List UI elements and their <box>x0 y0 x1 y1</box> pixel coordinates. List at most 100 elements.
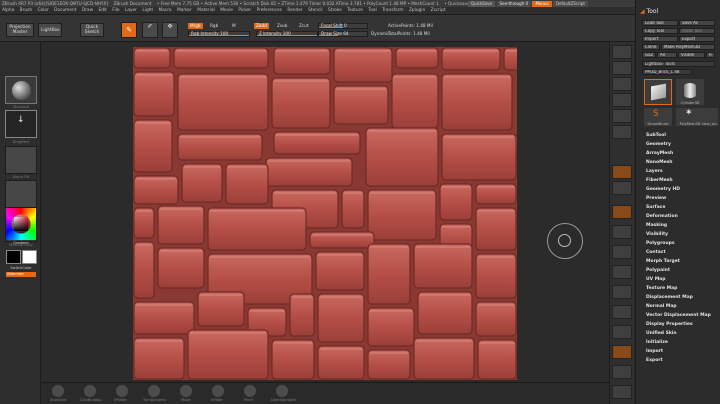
menu-picker[interactable]: Picker <box>236 7 253 14</box>
brush-slot-inflate[interactable] <box>212 385 224 397</box>
section-unified-skin[interactable]: Unified Skin <box>646 329 677 338</box>
focal-shift-slider[interactable]: Focal Shift 0 <box>318 23 368 29</box>
brush-slot-claybuildup[interactable] <box>84 385 96 397</box>
section-nanomesh[interactable]: NanoMesh <box>646 158 673 167</box>
copy-tool-button[interactable]: Copy Tool <box>642 28 678 34</box>
lightbox-button[interactable]: LightBox <box>38 23 62 37</box>
menu-alpha[interactable]: Alpha <box>0 7 16 14</box>
zcut-button[interactable]: Zcut <box>297 23 310 29</box>
floor-icon[interactable] <box>612 181 632 195</box>
main-color-swatch[interactable] <box>6 250 21 264</box>
section-surface[interactable]: Surface <box>646 203 665 212</box>
projection-master-button[interactable]: Projection Master <box>6 23 34 37</box>
brush-slot-damstandard[interactable] <box>276 385 288 397</box>
move-button[interactable]: ✥ <box>162 22 178 38</box>
brush-slot-hpolish[interactable] <box>116 385 128 397</box>
r-button[interactable]: R <box>706 52 715 58</box>
mrgb-button[interactable]: Mrgb <box>188 23 203 29</box>
draw-button[interactable]: ✐ <box>142 22 158 38</box>
brush-slot-trimdynamic[interactable] <box>148 385 160 397</box>
section-arraymesh[interactable]: ArrayMesh <box>646 149 673 158</box>
rotate-icon[interactable] <box>612 325 632 339</box>
menu-texture[interactable]: Texture <box>345 7 365 14</box>
rgb-intensity-slider[interactable]: Rgb Intensity 100 <box>188 31 250 37</box>
see-through-slider[interactable]: See-through 0 <box>496 0 532 7</box>
brush-slot-move[interactable] <box>180 385 192 397</box>
section-displacement-map[interactable]: Displacement Map <box>646 293 693 302</box>
zsub-button[interactable]: Zsub <box>275 23 289 29</box>
section-fibermesh[interactable]: FiberMesh <box>646 176 673 185</box>
paste-tool-button[interactable]: Paste Tool <box>679 28 715 34</box>
load-tool-button[interactable]: Load Tool <box>642 20 678 26</box>
texture-thumbnail[interactable] <box>5 180 37 208</box>
stroke-thumbnail[interactable]: ↓ <box>5 110 37 138</box>
export-button[interactable]: Export <box>679 36 715 42</box>
rotate-gizmo-inner[interactable] <box>558 234 571 247</box>
menu-edit[interactable]: Edit <box>97 7 109 14</box>
draw-size-slider[interactable]: Draw Size 64 <box>318 31 368 37</box>
section-layers[interactable]: Layers <box>646 167 663 176</box>
switch-color-button[interactable]: SwitchColor <box>5 266 37 270</box>
section-contact[interactable]: Contact <box>646 248 666 257</box>
make-polymesh-button[interactable]: Make PolyMesh3D <box>661 44 715 50</box>
move-view-icon[interactable] <box>612 285 632 299</box>
menu-tool[interactable]: Tool <box>366 7 378 14</box>
section-geometry[interactable]: Geometry <box>646 140 671 149</box>
section-vector-displacement-map[interactable]: Vector Displacement Map <box>646 311 711 320</box>
menu-file[interactable]: File <box>110 7 121 14</box>
brush-thumbnail[interactable] <box>5 76 37 104</box>
rotate-gizmo[interactable] <box>547 223 583 259</box>
section-subtool[interactable]: SubTool <box>646 131 666 140</box>
menu-draw[interactable]: Draw <box>80 7 95 14</box>
menu-movie[interactable]: Movie <box>218 7 235 14</box>
section-masking[interactable]: Masking <box>646 221 667 230</box>
brush-slot-standard[interactable] <box>52 385 64 397</box>
quick-sketch-button[interactable]: Quick Sketch <box>80 23 104 37</box>
m-button[interactable]: M <box>230 23 238 29</box>
transp-icon[interactable] <box>612 365 632 379</box>
menu-marker[interactable]: Marker <box>175 7 194 14</box>
gxyz-icon[interactable] <box>612 245 632 259</box>
menu-color[interactable]: Color <box>36 7 51 14</box>
zoom-icon[interactable] <box>612 93 632 107</box>
section-morph-target[interactable]: Morph Target <box>646 257 680 266</box>
menu-material[interactable]: Material <box>195 7 216 14</box>
save-as-button[interactable]: Save As <box>679 20 715 26</box>
tool-thumb-brick[interactable] <box>644 79 672 105</box>
section-preview[interactable]: Preview <box>646 194 666 203</box>
brush-slot-pinch[interactable] <box>244 385 256 397</box>
menu-preferences[interactable]: Preferences <box>255 7 284 14</box>
section-export[interactable]: Export <box>646 356 663 365</box>
menu-light[interactable]: Light <box>140 7 155 14</box>
alpha-thumbnail[interactable] <box>5 146 37 174</box>
menu-stencil[interactable]: Stencil <box>306 7 325 14</box>
polyf-icon[interactable] <box>612 345 632 359</box>
all-button[interactable]: All <box>657 52 677 58</box>
clone-button[interactable]: Clone <box>642 44 660 50</box>
section-deformation[interactable]: Deformation <box>646 212 678 221</box>
persp-icon[interactable] <box>612 165 632 179</box>
frame-icon[interactable] <box>612 265 632 279</box>
menu-layer[interactable]: Layer <box>123 7 139 14</box>
section-polypaint[interactable]: Polypaint <box>646 266 670 275</box>
color-square[interactable] <box>14 217 28 231</box>
menu-stroke[interactable]: Stroke <box>326 7 344 14</box>
lightbox-tools-button[interactable]: Lightbox› Tools <box>642 61 715 67</box>
section-geometry-hd[interactable]: Geometry HD <box>646 185 680 194</box>
visible-button[interactable]: Visible <box>678 52 705 58</box>
menu-brush[interactable]: Brush <box>18 7 34 14</box>
bpr-icon[interactable] <box>612 45 632 59</box>
section-initialize[interactable]: Initialize <box>646 338 668 347</box>
local-icon[interactable] <box>612 205 632 219</box>
alternate-button[interactable]: Alternate <box>6 272 36 277</box>
solo-icon[interactable] <box>612 385 632 399</box>
zoom3d-icon[interactable] <box>612 305 632 319</box>
tool-thumb-pm3d[interactable]: PM3D_Brick <box>702 108 718 126</box>
brick-wall-model[interactable] <box>133 47 517 380</box>
import-button[interactable]: Import <box>642 36 678 42</box>
spix-icon[interactable] <box>612 61 632 75</box>
zadd-button[interactable]: Zadd <box>254 23 269 29</box>
menu-document[interactable]: Document <box>52 7 78 14</box>
section-import[interactable]: Import <box>646 347 663 356</box>
section-polygroups[interactable]: Polygroups <box>646 239 675 248</box>
